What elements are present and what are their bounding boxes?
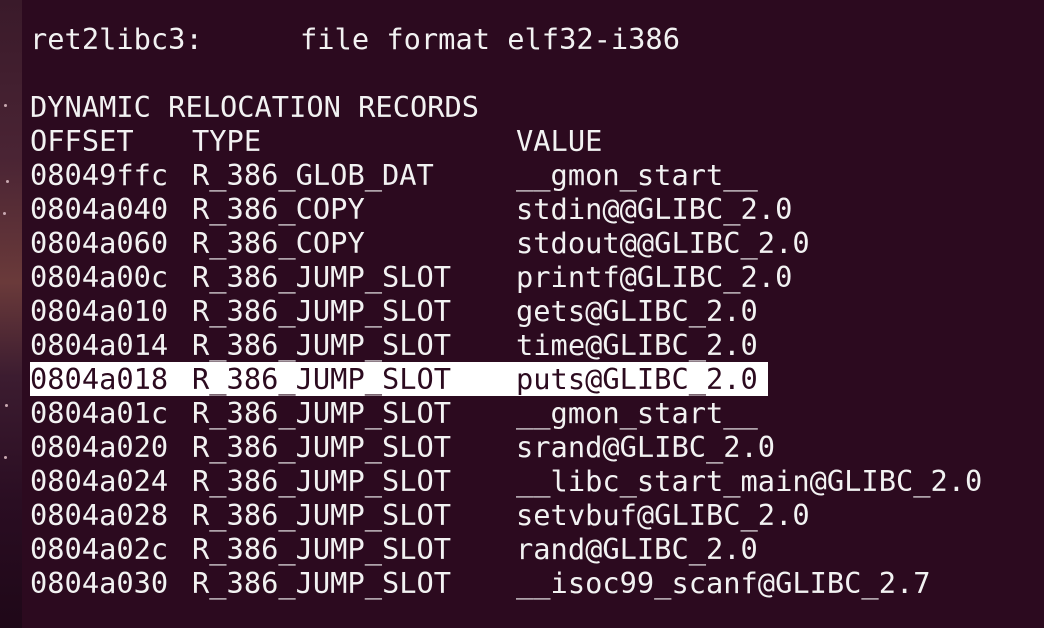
file-format: file format elf32-i386 [300,22,680,56]
row-type: R_386_JUMP_SLOT [192,566,452,600]
wallpaper-speck [5,404,8,407]
column-header-line: OFFSET TYPE VALUE [30,124,1030,158]
wallpaper-speck [4,456,7,459]
row-offset: 0804a020 [30,430,169,464]
row-offset: 0804a028 [30,498,169,532]
wallpaper-speck [4,104,7,107]
relocation-row: 0804a060 R_386_COPY stdout@@GLIBC_2.0 [30,226,1030,260]
row-type: R_386_JUMP_SLOT [192,260,452,294]
row-value: __gmon_start__ [516,158,758,192]
row-type: R_386_JUMP_SLOT [192,532,452,566]
row-offset: 0804a01c [30,396,169,430]
row-value: __isoc99_scanf@GLIBC_2.7 [516,566,931,600]
relocation-row: 0804a018 R_386_JUMP_SLOT puts@GLIBC_2.0 [30,362,1030,396]
wallpaper-speck [3,212,6,215]
wallpaper-speck [6,180,9,183]
row-offset: 0804a02c [30,532,169,566]
row-type: R_386_GLOB_DAT [192,158,434,192]
row-value: rand@GLIBC_2.0 [516,532,758,566]
row-value: gets@GLIBC_2.0 [516,294,758,328]
column-header-type: TYPE [192,124,262,158]
column-header-value: VALUE [516,124,603,158]
row-value: setvbuf@GLIBC_2.0 [516,498,810,532]
row-type: R_386_JUMP_SLOT [192,328,452,362]
relocation-row: 0804a00c R_386_JUMP_SLOT printf@GLIBC_2.0 [30,260,1030,294]
row-offset: 0804a00c [30,260,169,294]
row-type: R_386_JUMP_SLOT [192,498,452,532]
relocation-row: 08049ffc R_386_GLOB_DAT __gmon_start__ [30,158,1030,192]
file-header-line: ret2libc3: file format elf32-i386 [30,22,1030,56]
relocation-row: 0804a020 R_386_JUMP_SLOT srand@GLIBC_2.0 [30,430,1030,464]
row-value: stdout@@GLIBC_2.0 [516,226,810,260]
section-title: DYNAMIC RELOCATION RECORDS [30,90,480,124]
row-offset: 0804a060 [30,226,169,260]
row-value: puts@GLIBC_2.0 [516,362,758,396]
row-type: R_386_JUMP_SLOT [192,294,452,328]
row-value: __gmon_start__ [516,396,758,430]
relocation-row: 0804a024 R_386_JUMP_SLOT __libc_start_main… [30,464,1030,498]
relocation-row: 0804a010 R_386_JUMP_SLOT gets@GLIBC_2.0 [30,294,1030,328]
row-offset: 0804a030 [30,566,169,600]
column-header-offset: OFFSET [30,124,134,158]
terminal-output[interactable]: ret2libc3: file format elf32-i386 DYNAMI… [30,22,1030,600]
section-title-line: DYNAMIC RELOCATION RECORDS [30,90,1030,124]
row-type: R_386_COPY [192,192,365,226]
row-value: stdin@@GLIBC_2.0 [516,192,793,226]
relocation-row: 0804a01c R_386_JUMP_SLOT __gmon_start__ [30,396,1030,430]
row-type: R_386_JUMP_SLOT [192,464,452,498]
relocation-row: 0804a02c R_386_JUMP_SLOT rand@GLIBC_2.0 [30,532,1030,566]
row-offset: 0804a040 [30,192,169,226]
row-offset: 0804a018 [30,362,169,396]
relocation-row: 0804a030 R_386_JUMP_SLOT __isoc99_scanf@GL… [30,566,1030,600]
row-offset: 0804a024 [30,464,169,498]
row-value: srand@GLIBC_2.0 [516,430,776,464]
row-value: time@GLIBC_2.0 [516,328,758,362]
row-type: R_386_JUMP_SLOT [192,396,452,430]
relocation-table: 08049ffc R_386_GLOB_DAT __gmon_start__ 0804… [30,158,1030,600]
row-type: R_386_COPY [192,226,365,260]
relocation-row: 0804a028 R_386_JUMP_SLOT setvbuf@GLIBC_2.0 [30,498,1030,532]
relocation-row: 0804a040 R_386_COPY stdin@@GLIBC_2.0 [30,192,1030,226]
row-offset: 0804a014 [30,328,169,362]
row-value: __libc_start_main@GLIBC_2.0 [516,464,983,498]
row-offset: 0804a010 [30,294,169,328]
row-type: R_386_JUMP_SLOT [192,362,452,396]
desktop-wallpaper-edge [0,0,22,628]
row-offset: 08049ffc [30,158,169,192]
row-type: R_386_JUMP_SLOT [192,430,452,464]
binary-name: ret2libc3: [30,22,203,56]
relocation-row: 0804a014 R_386_JUMP_SLOT time@GLIBC_2.0 [30,328,1030,362]
row-value: printf@GLIBC_2.0 [516,260,793,294]
